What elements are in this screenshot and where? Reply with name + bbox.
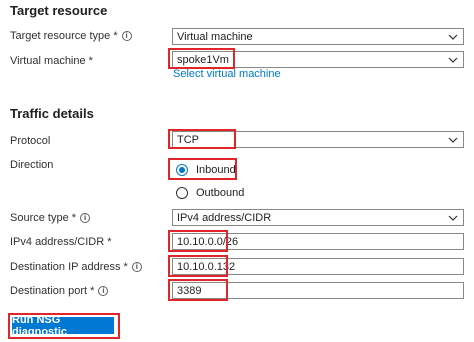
target-resource-type-label-text: Target resource type * (10, 30, 118, 42)
highlight-box-destination-port (168, 279, 228, 301)
chevron-down-icon (448, 215, 458, 221)
chevron-down-icon (448, 137, 458, 143)
target-resource-type-dropdown[interactable]: Virtual machine (172, 28, 464, 45)
target-resource-type-label: Target resource type * i (10, 30, 132, 42)
source-type-dropdown[interactable]: IPv4 address/CIDR (172, 209, 464, 226)
radio-outbound[interactable] (176, 187, 188, 199)
destination-port-label-text: Destination port * (10, 285, 95, 297)
destination-port-label: Destination port * i (10, 285, 109, 297)
target-resource-type-value: Virtual machine (177, 30, 253, 43)
ipv4-address-label: IPv4 address/CIDR * (10, 236, 112, 248)
source-type-value: IPv4 address/CIDR (177, 211, 272, 224)
select-virtual-machine-link[interactable]: Select virtual machine (173, 68, 281, 80)
highlight-box-ipv4 (168, 230, 228, 252)
info-icon[interactable]: i (131, 262, 142, 272)
section-title-traffic-details: Traffic details (10, 106, 94, 121)
virtual-machine-label: Virtual machine * (10, 55, 93, 67)
direction-label: Direction (10, 159, 54, 171)
destination-ip-label-text: Destination IP address * (10, 261, 128, 273)
source-type-label: Source type * i (10, 212, 91, 224)
direction-option-outbound-label: Outbound (196, 187, 245, 199)
source-type-label-text: Source type * (10, 212, 77, 224)
info-icon[interactable]: i (121, 31, 132, 41)
section-title-target-resource: Target resource (10, 3, 108, 18)
info-icon[interactable]: i (80, 213, 91, 223)
direction-option-outbound[interactable]: Outbound (176, 187, 244, 199)
chevron-down-icon (448, 34, 458, 40)
highlight-box-run-button (8, 313, 120, 339)
highlight-box-virtual-machine (168, 48, 235, 69)
highlight-box-inbound (168, 158, 237, 180)
protocol-label: Protocol (10, 135, 51, 147)
chevron-down-icon (448, 57, 458, 63)
info-icon[interactable]: i (98, 286, 109, 296)
destination-ip-label: Destination IP address * i (10, 261, 142, 273)
highlight-box-protocol (168, 129, 236, 149)
highlight-box-destination-ip (168, 255, 228, 277)
